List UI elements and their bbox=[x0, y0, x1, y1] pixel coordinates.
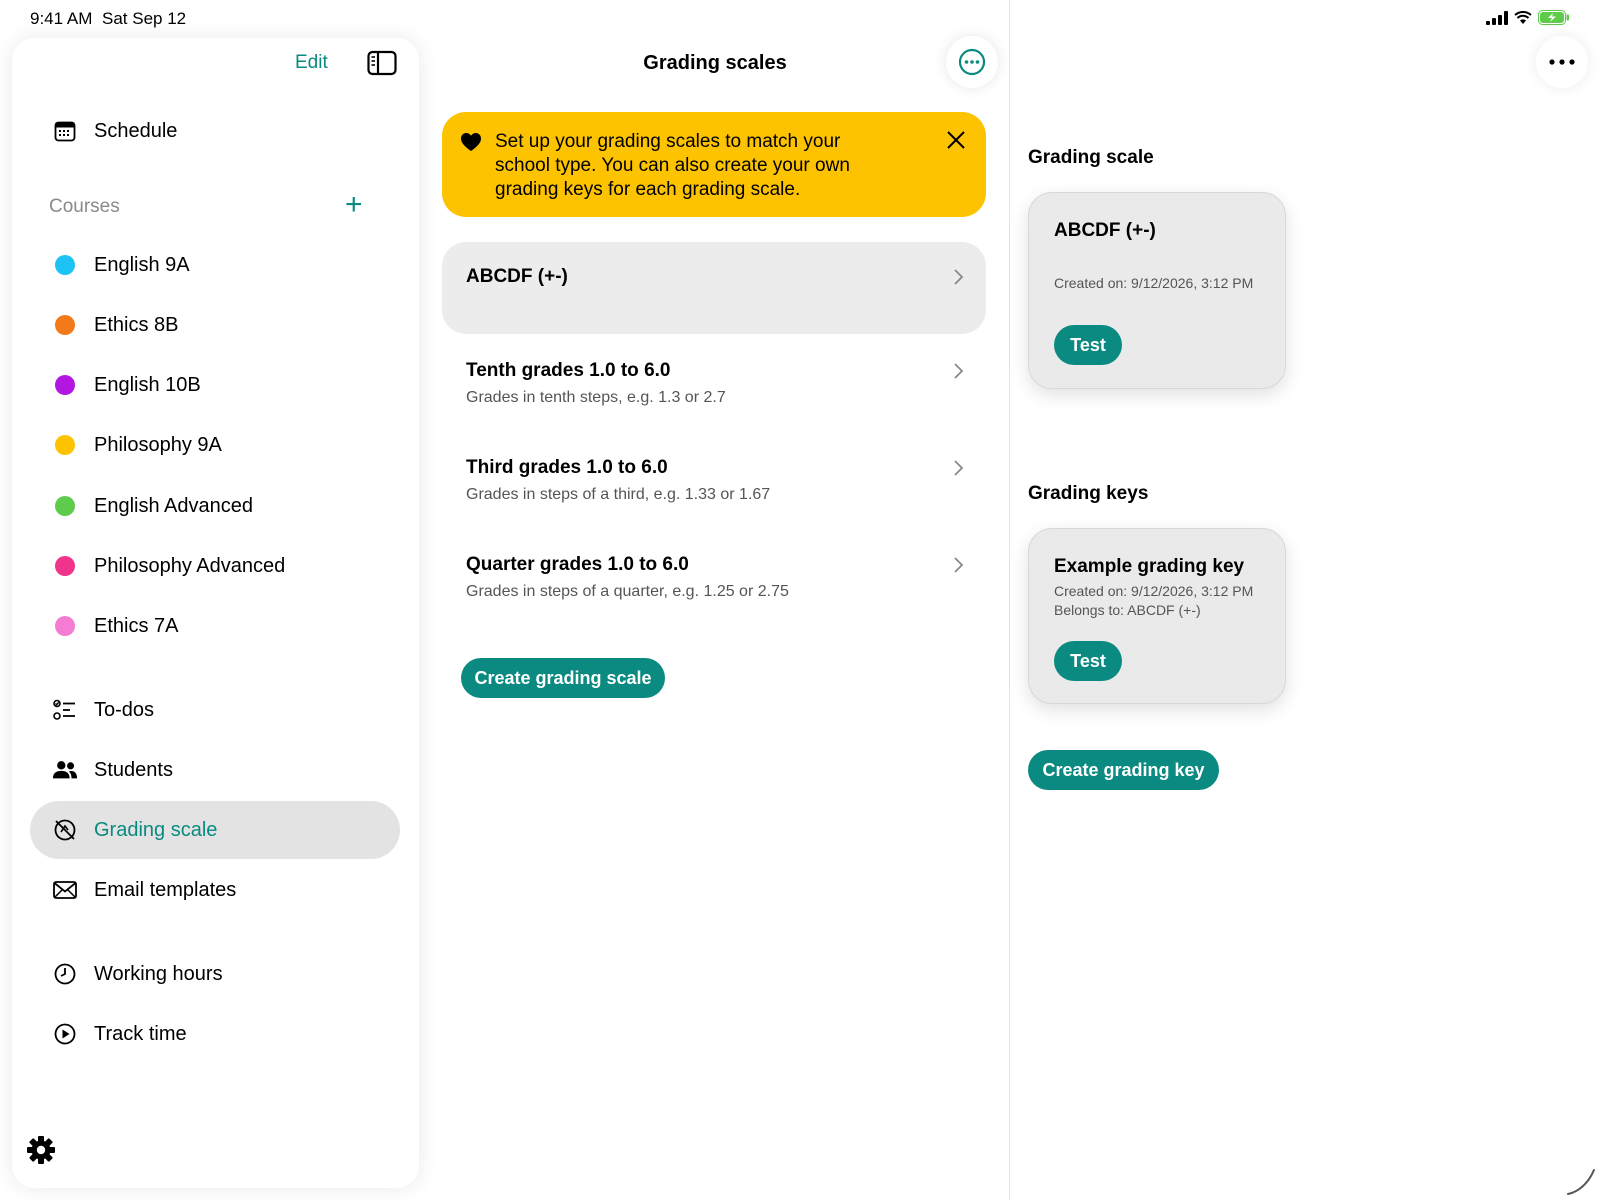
course-color-dot bbox=[52, 372, 78, 398]
course-color-dot bbox=[52, 493, 78, 519]
sidebar-item-course[interactable]: Philosophy Advanced bbox=[30, 537, 400, 595]
sidebar-item-course[interactable]: Philosophy 9A bbox=[30, 416, 400, 474]
grading-scale-row[interactable]: Tenth grades 1.0 to 6.0 Grades in tenth … bbox=[442, 340, 986, 432]
grading-key-card[interactable]: Example grading key Created on: 9/12/202… bbox=[1028, 528, 1286, 704]
sidebar-item-todos[interactable]: To-dos bbox=[30, 681, 400, 739]
courses-header: Courses bbox=[49, 196, 120, 217]
sidebar-item-schedule[interactable]: Schedule bbox=[30, 102, 400, 160]
status-time: 9:41 AM bbox=[30, 9, 93, 28]
grading-scale-subtitle: Grades in steps of a quarter, e.g. 1.25 … bbox=[466, 583, 789, 600]
sidebar-item-label: Grading scale bbox=[94, 818, 218, 841]
clock-icon bbox=[52, 961, 78, 987]
card-created-date: Created on: 9/12/2026, 3:12 PM bbox=[1054, 583, 1254, 599]
sidebar-item-course[interactable]: Ethics 8B bbox=[30, 296, 400, 354]
tip-text: Set up your grading scales to match your… bbox=[495, 131, 850, 200]
test-button[interactable]: Test bbox=[1054, 641, 1122, 681]
sidebar-item-label: Working hours bbox=[94, 962, 223, 985]
sidebar: Edit Schedule Courses + English 9A Ethic… bbox=[12, 38, 419, 1188]
grading-scale-title: Tenth grades 1.0 to 6.0 bbox=[466, 360, 671, 381]
ellipsis-icon bbox=[1549, 59, 1575, 65]
sidebar-toggle-icon[interactable] bbox=[367, 50, 397, 76]
test-button[interactable]: Test bbox=[1054, 325, 1122, 365]
card-title: Example grading key bbox=[1054, 556, 1245, 577]
create-grading-key-button[interactable]: Create grading key bbox=[1028, 750, 1219, 790]
grading-scale-title: ABCDF (+-) bbox=[466, 266, 568, 287]
checklist-icon bbox=[52, 697, 78, 723]
heart-icon bbox=[461, 133, 481, 151]
grading-scale-subtitle: Grades in tenth steps, e.g. 1.3 or 2.7 bbox=[466, 389, 726, 406]
card-belongs-to: Belongs to: ABCDF (+-) bbox=[1054, 602, 1201, 618]
chevron-right-icon bbox=[954, 363, 964, 379]
grading-keys-section-header: Grading keys bbox=[1028, 483, 1149, 504]
chevron-right-icon bbox=[954, 557, 964, 573]
sidebar-item-label: English 10B bbox=[94, 373, 201, 396]
sidebar-item-course[interactable]: English 10B bbox=[30, 356, 400, 414]
sidebar-item-course[interactable]: English Advanced bbox=[30, 477, 400, 535]
wifi-icon bbox=[1514, 10, 1532, 24]
tip-banner: Set up your grading scales to match your… bbox=[442, 112, 986, 217]
chevron-right-icon bbox=[954, 460, 964, 476]
grading-scale-row[interactable]: ABCDF (+-) bbox=[442, 242, 986, 334]
battery-charging-icon bbox=[1538, 10, 1569, 25]
course-color-dot bbox=[52, 432, 78, 458]
sidebar-item-grading-scale[interactable]: Grading scale bbox=[30, 801, 400, 859]
sidebar-item-label: Ethics 8B bbox=[94, 313, 179, 336]
course-color-dot bbox=[52, 252, 78, 278]
more-menu-button[interactable] bbox=[1536, 36, 1588, 88]
sidebar-item-label: English Advanced bbox=[94, 494, 254, 517]
sidebar-item-label: Philosophy Advanced bbox=[94, 554, 286, 577]
sidebar-item-label: Philosophy 9A bbox=[94, 433, 222, 456]
cellular-signal-icon bbox=[1486, 10, 1508, 25]
sidebar-item-label: To-dos bbox=[94, 698, 155, 721]
play-circle-icon bbox=[52, 1021, 78, 1047]
sidebar-item-track-time[interactable]: Track time bbox=[30, 1005, 400, 1063]
grading-scale-row[interactable]: Quarter grades 1.0 to 6.0 Grades in step… bbox=[442, 534, 986, 626]
ellipsis-circle-icon bbox=[958, 48, 986, 76]
grading-scale-icon bbox=[52, 817, 78, 843]
calendar-icon bbox=[52, 118, 78, 144]
sidebar-item-course[interactable]: Ethics 7A bbox=[30, 597, 400, 655]
sidebar-item-label: Track time bbox=[94, 1022, 187, 1045]
sidebar-item-label: Schedule bbox=[94, 119, 178, 142]
grading-scale-row[interactable]: Third grades 1.0 to 6.0 Grades in steps … bbox=[442, 437, 986, 529]
sidebar-item-label: Ethics 7A bbox=[94, 614, 179, 637]
grading-scale-title: Quarter grades 1.0 to 6.0 bbox=[466, 554, 689, 575]
course-color-dot bbox=[52, 553, 78, 579]
sidebar-item-course[interactable]: English 9A bbox=[30, 236, 400, 294]
more-options-button[interactable] bbox=[946, 36, 998, 88]
status-icons bbox=[1486, 10, 1570, 25]
create-grading-scale-button[interactable]: Create grading scale bbox=[461, 658, 665, 698]
add-course-button[interactable]: + bbox=[345, 190, 363, 220]
grading-scale-subtitle: Grades in steps of a third, e.g. 1.33 or… bbox=[466, 486, 771, 503]
sidebar-item-students[interactable]: Students bbox=[30, 741, 400, 799]
settings-gear-icon[interactable] bbox=[26, 1135, 56, 1165]
card-created-date: Created on: 9/12/2026, 3:12 PM bbox=[1054, 275, 1254, 291]
chevron-right-icon bbox=[954, 269, 964, 285]
course-color-dot bbox=[52, 613, 78, 639]
pencil-stroke-icon bbox=[1567, 1169, 1595, 1195]
sidebar-item-working-hours[interactable]: Working hours bbox=[30, 945, 400, 1003]
card-title: ABCDF (+-) bbox=[1054, 220, 1156, 241]
column-divider bbox=[1009, 0, 1010, 1200]
close-icon[interactable] bbox=[946, 130, 966, 150]
grading-scale-title: Third grades 1.0 to 6.0 bbox=[466, 457, 668, 478]
status-date: Sat Sep 12 bbox=[102, 9, 187, 28]
edit-button[interactable]: Edit bbox=[295, 52, 328, 74]
grading-scale-card[interactable]: ABCDF (+-) Created on: 9/12/2026, 3:12 P… bbox=[1028, 192, 1286, 389]
sidebar-item-label: English 9A bbox=[94, 253, 190, 276]
grading-scale-section-header: Grading scale bbox=[1028, 147, 1154, 168]
sidebar-item-email-templates[interactable]: Email templates bbox=[30, 861, 400, 919]
status-bar: 9:41 AM Sat Sep 12 bbox=[0, 0, 1600, 36]
envelope-icon bbox=[52, 877, 78, 903]
course-color-dot bbox=[52, 312, 78, 338]
people-icon bbox=[52, 757, 78, 783]
sidebar-item-label: Email templates bbox=[94, 878, 237, 901]
sidebar-item-label: Students bbox=[94, 758, 173, 781]
page-title: Grading scales bbox=[643, 52, 787, 74]
